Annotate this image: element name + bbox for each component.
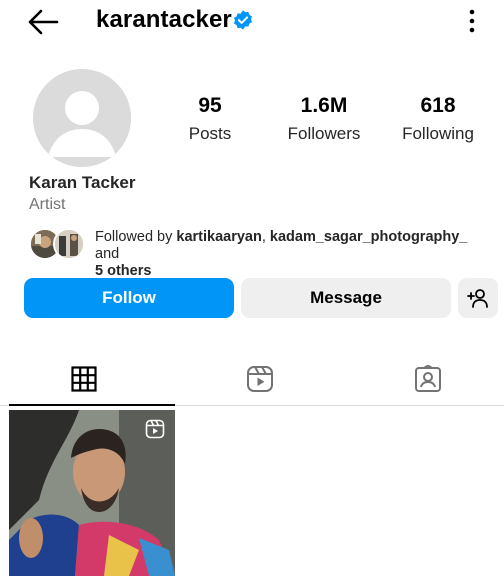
mutual-follower-avatar [53,228,85,260]
top-bar: karantacker [0,0,504,44]
message-button[interactable]: Message [241,278,451,318]
arrow-left-icon[interactable] [26,8,60,36]
stat-label: Followers [287,124,361,143]
add-user-button[interactable] [458,278,498,318]
followed-by-text[interactable]: Followed by kartikaaryan, kadam_sagar_ph… [95,229,495,280]
profile-tabs [0,352,504,406]
mutual-follower-link[interactable]: kartikaaryan [176,229,261,245]
separator: , [261,229,270,245]
tagged-icon [415,365,441,392]
tab-grid[interactable] [0,352,168,406]
stat-posts[interactable]: 95 Posts [155,94,265,144]
follow-button[interactable]: Follow [24,278,234,318]
followed-by-prefix: Followed by [95,229,177,245]
mutual-follower-link[interactable]: kadam_sagar_photography_ [270,229,467,245]
profile-category: Artist [29,196,66,213]
profile-avatar[interactable] [33,69,131,167]
others-link[interactable]: 5 others [95,263,151,279]
display-name: Karan Tacker [29,173,136,192]
stat-label: Following [402,124,474,143]
reel-icon [145,419,165,439]
stat-value: 95 [198,94,222,117]
active-tab-indicator [9,404,175,406]
reels-icon [247,366,273,392]
profile-username: karantacker [96,6,232,33]
tab-reels[interactable] [176,352,344,406]
tab-tagged[interactable] [344,352,504,406]
grid-icon [71,366,97,392]
add-user-icon [467,289,488,308]
default-avatar-icon [33,69,131,167]
stat-followers[interactable]: 1.6M Followers [269,94,379,144]
stat-label: Posts [188,124,232,143]
stat-value: 618 [420,94,456,117]
stat-value: 1.6M [300,94,348,117]
verified-badge-icon [234,10,252,30]
grid-post-thumbnail[interactable] [9,410,175,576]
connector: and [95,246,120,262]
stat-following[interactable]: 618 Following [383,94,493,144]
mutual-followers-avatars[interactable] [29,228,87,260]
more-vertical-icon[interactable] [462,8,482,34]
